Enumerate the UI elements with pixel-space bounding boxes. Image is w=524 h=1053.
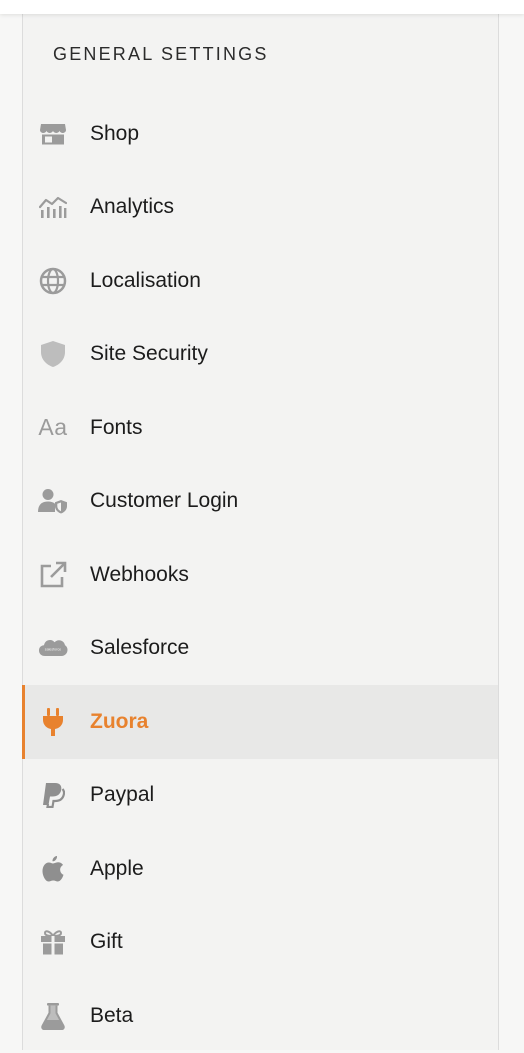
external-link-icon [38,560,68,590]
gift-icon [38,927,68,957]
globe-icon [38,266,68,296]
plug-icon [38,707,68,737]
flask-icon [38,1001,68,1031]
sidebar-item-zuora[interactable]: Zuora [22,685,498,759]
sidebar-item-apple[interactable]: Apple [23,832,498,906]
sidebar-item-label: Beta [90,1003,134,1027]
sidebar-item-beta[interactable]: Beta [23,979,498,1053]
top-bar [0,0,524,14]
sidebar-item-label: Shop [90,121,140,145]
sidebar-item-label: Apple [90,856,144,880]
shield-icon [38,339,68,369]
section-title: GENERAL SETTINGS [53,44,269,64]
sidebar-item-label: Localisation [90,268,201,292]
storefront-icon [38,119,68,149]
sidebar-item-label: Customer Login [90,489,239,513]
sidebar-item-webhooks[interactable]: Webhooks [23,538,498,612]
sidebar-item-site-security[interactable]: Site Security [23,318,498,392]
sidebar-item-gift[interactable]: Gift [23,906,498,980]
sidebar-item-label: Salesforce [90,636,190,660]
sidebar-item-label: Gift [90,930,123,954]
sidebar-item-label: Analytics [90,195,175,219]
sidebar-item-label: Zuora [90,709,149,733]
sidebar-item-customer-login[interactable]: Customer Login [23,465,498,539]
sidebar-item-paypal[interactable]: Paypal [23,759,498,833]
sidebar-item-shop[interactable]: Shop [23,97,498,171]
analytics-icon [38,192,68,222]
sidebar-item-fonts[interactable]: Aa Fonts [23,391,498,465]
apple-icon [38,854,68,884]
settings-nav: Shop Analytics Localisation Site Securit… [22,97,498,1053]
sidebar-item-label: Webhooks [90,562,189,586]
paypal-icon [38,780,68,810]
sidebar-item-salesforce[interactable]: salesforce Salesforce [23,612,498,686]
sidebar-item-label: Fonts [90,415,143,439]
svg-text:salesforce: salesforce [45,648,61,652]
sidebar-item-analytics[interactable]: Analytics [23,171,498,245]
settings-sidebar: GENERAL SETTINGS Shop Analytics Localisa… [22,0,499,1050]
sidebar-item-label: Paypal [90,783,155,807]
sidebar-item-label: Site Security [90,342,208,366]
font-icon: Aa [38,414,68,441]
salesforce-icon: salesforce [38,633,68,663]
user-shield-icon [38,486,68,516]
sidebar-item-localisation[interactable]: Localisation [23,244,498,318]
